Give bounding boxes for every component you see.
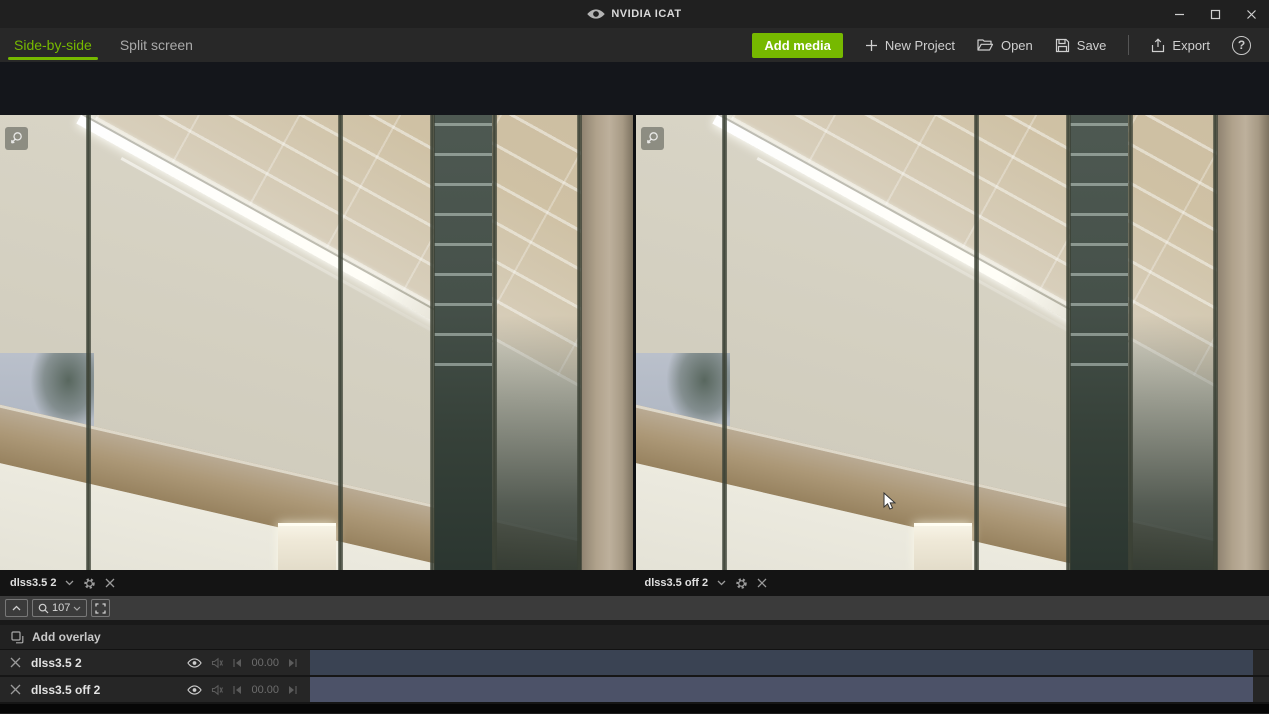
titlebar: NVIDIA ICAT <box>0 0 1269 28</box>
close-icon <box>1246 9 1256 19</box>
mouse-cursor <box>883 492 896 510</box>
minimize-button[interactable] <box>1161 0 1197 28</box>
media-label-group-left: dlss3.5 2 <box>0 570 635 596</box>
menubar: Side-by-side Split screen Add media New … <box>0 28 1269 62</box>
export-icon <box>1152 37 1165 52</box>
remove-track-icon[interactable] <box>0 684 31 695</box>
comparison-viewer <box>0 62 1269 570</box>
fit-to-window-button[interactable] <box>91 599 111 617</box>
magnifier-arrow-icon <box>10 132 22 144</box>
new-project-button[interactable]: New Project <box>865 38 955 53</box>
close-button[interactable] <box>1233 0 1269 28</box>
next-frame-icon[interactable] <box>288 685 298 695</box>
pixel-zoom-badge[interactable] <box>5 127 28 150</box>
media-pane-right[interactable] <box>636 115 1269 570</box>
visibility-eye-icon[interactable] <box>187 684 203 695</box>
next-frame-icon[interactable] <box>288 658 298 668</box>
window-controls <box>1161 0 1269 28</box>
plus-icon <box>865 39 877 51</box>
timeline-track-row: dlss3.5 2 00.00 <box>0 650 1269 677</box>
save-icon <box>1055 38 1069 52</box>
minimize-icon <box>1174 13 1184 15</box>
mute-audio-icon[interactable] <box>211 684 224 696</box>
remove-media-icon[interactable] <box>757 578 767 588</box>
add-overlay-row[interactable]: Add overlay <box>0 625 1269 650</box>
track-controls-left: dlss3.5 off 2 00.00 <box>0 677 310 702</box>
media-name-left: dlss3.5 2 <box>10 577 57 589</box>
track-controls-left: dlss3.5 2 00.00 <box>0 650 310 675</box>
track-barzone <box>310 650 1269 675</box>
render-image-left <box>0 115 633 570</box>
export-label: Export <box>1172 37 1210 53</box>
open-label: Open <box>1000 37 1033 53</box>
track-name: dlss3.5 off 2 <box>31 682 101 697</box>
app-title-group: NVIDIA ICAT <box>587 8 681 20</box>
app-title: NVIDIA ICAT <box>611 8 682 20</box>
track-ctrls: 00.00 <box>187 684 310 696</box>
timeline-track-row: dlss3.5 off 2 00.00 <box>0 677 1269 704</box>
zoom-value: 107 <box>52 602 71 614</box>
media-label-group-right: dlss3.5 off 2 <box>635 570 1269 596</box>
overlay-icon <box>11 630 24 643</box>
prev-frame-icon[interactable] <box>232 685 242 695</box>
magnifier-arrow-icon <box>646 132 658 144</box>
toolbar-separator <box>1128 35 1130 55</box>
track-name: dlss3.5 2 <box>31 655 82 670</box>
frame-offset-value[interactable]: 00.00 <box>251 657 279 669</box>
new-project-label: New Project <box>884 37 955 53</box>
zoom-level-dropdown[interactable]: 107 <box>32 599 88 617</box>
add-media-button[interactable]: Add media <box>752 32 843 58</box>
remove-media-icon[interactable] <box>105 578 115 588</box>
pixel-zoom-badge[interactable] <box>641 127 664 150</box>
magnifier-icon <box>38 603 49 613</box>
export-button[interactable]: Export <box>1151 38 1210 53</box>
timeline-clip-bar[interactable] <box>310 677 1253 702</box>
folder-open-icon <box>977 39 994 51</box>
bottom-strip <box>0 704 1269 713</box>
viewer-images <box>0 115 1269 570</box>
tab-split-screen-label: Split screen <box>119 37 193 53</box>
add-overlay-label: Add overlay <box>32 630 101 644</box>
help-button[interactable]: ? <box>1232 35 1251 55</box>
view-tabs: Side-by-side Split screen <box>0 28 207 62</box>
nvidia-logo-icon <box>587 9 606 19</box>
track-barzone <box>310 677 1269 702</box>
timeline-clip-bar[interactable] <box>310 650 1253 675</box>
remove-track-icon[interactable] <box>0 657 31 668</box>
app-window: NVIDIA ICAT Side-by-side Split screen Ad… <box>0 0 1269 714</box>
tab-side-by-side-label: Side-by-side <box>14 37 92 53</box>
prev-frame-icon[interactable] <box>232 658 242 668</box>
media-name-right: dlss3.5 off 2 <box>644 577 709 589</box>
collapse-panel-button[interactable] <box>5 599 28 617</box>
media-pane-left[interactable] <box>0 115 633 570</box>
render-image-right <box>636 115 1269 570</box>
chevron-down-icon[interactable] <box>717 580 726 586</box>
maximize-button[interactable] <box>1197 0 1233 28</box>
mute-audio-icon[interactable] <box>211 657 224 669</box>
frame-offset-value[interactable]: 00.00 <box>251 684 279 696</box>
chevron-down-icon <box>73 606 81 611</box>
chevron-up-icon <box>12 605 21 611</box>
fit-screen-icon <box>95 602 107 614</box>
gear-icon[interactable] <box>735 577 748 590</box>
zoom-toolbar: 107 <box>0 596 1269 620</box>
save-label: Save <box>1076 37 1107 53</box>
tab-split-screen[interactable]: Split screen <box>106 28 207 62</box>
media-label-bar: dlss3.5 2 dlss3.5 off 2 <box>0 570 1269 596</box>
chevron-down-icon[interactable] <box>65 580 74 586</box>
open-button[interactable]: Open <box>977 38 1033 53</box>
gear-icon[interactable] <box>83 577 96 590</box>
track-ctrls: 00.00 <box>187 657 310 669</box>
maximize-icon <box>1210 9 1220 19</box>
tab-side-by-side[interactable]: Side-by-side <box>0 28 106 62</box>
save-button[interactable]: Save <box>1055 37 1107 53</box>
visibility-eye-icon[interactable] <box>187 657 203 668</box>
toolbar-actions: Add media New Project Open Save Export ? <box>752 28 1269 62</box>
